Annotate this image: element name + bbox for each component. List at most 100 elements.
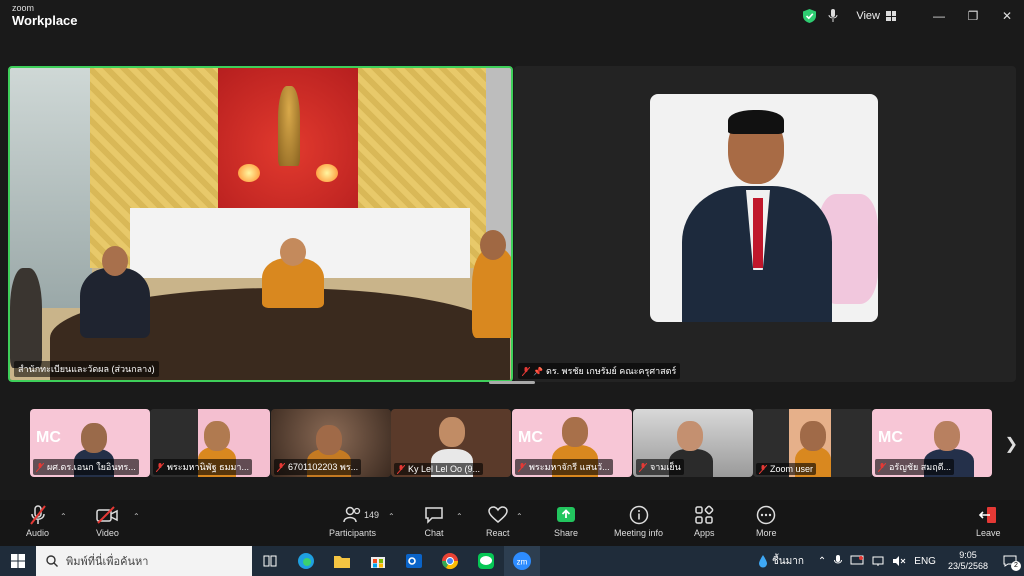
thumbnail-name: พระมหานิพัฐ ธมมา... — [153, 459, 252, 475]
tile-name-portrait: 📌 ดร. พรชัย เกษรัมย์ คณะครุศาสตร์ — [518, 363, 681, 379]
muted-mic-icon — [759, 464, 767, 474]
audio-options-chevron-icon[interactable]: ⌃ — [60, 512, 67, 521]
react-label: React — [486, 528, 510, 538]
speaker-muted-icon[interactable] — [892, 555, 906, 567]
system-tray: ชื้นมาก ⌃ ENG 9:05 23/5/2568 2 — [758, 546, 1024, 576]
screen-share-tray-icon[interactable] — [850, 555, 864, 567]
participant-thumbnail[interactable]: MC พระมหาจักรี แสนวั... — [512, 409, 632, 477]
muted-mic-icon — [518, 462, 526, 472]
muted-mic-icon — [156, 462, 164, 472]
taskbar-search[interactable]: พิมพ์ที่นี่เพื่อค้นหา — [36, 546, 252, 576]
shield-icon[interactable] — [803, 9, 817, 23]
more-label: More — [756, 528, 777, 538]
muted-mic-icon — [29, 505, 46, 525]
video-off-icon — [96, 506, 119, 524]
task-view-icon[interactable] — [252, 546, 288, 576]
share-button[interactable]: Share — [554, 504, 578, 538]
file-explorer-icon[interactable] — [324, 546, 360, 576]
react-options-chevron-icon[interactable]: ⌃ — [516, 512, 523, 521]
leave-label: Leave — [976, 528, 1001, 538]
participant-strip: MC ผศ.ดร.เอนก ใยอินทร... พระมหานิพัฐ ธมม… — [30, 409, 992, 477]
minimize-button[interactable]: — — [922, 0, 956, 32]
search-icon — [46, 555, 58, 567]
meeting-info-button[interactable]: Meeting info — [614, 504, 663, 538]
video-tile-portrait[interactable]: 📌 ดร. พรชัย เกษรัมย์ คณะครุศาสตร์ — [514, 66, 1016, 382]
muted-mic-icon — [878, 462, 886, 472]
room-video — [10, 68, 511, 380]
network-icon[interactable] — [872, 555, 884, 567]
participant-thumbnail[interactable]: จามเย็น — [633, 409, 753, 477]
video-tile-room[interactable]: สำนักทะเบียนและวัดผล (ส่วนกลาง) — [8, 66, 513, 382]
participants-options-chevron-icon[interactable]: ⌃ — [388, 512, 395, 521]
mc-logo-text: MC — [36, 429, 61, 446]
participants-icon — [342, 506, 360, 523]
tile-name-label: ดร. พรชัย เกษรัมย์ คณะครุศาสตร์ — [545, 366, 677, 376]
notification-center-icon[interactable]: 2 — [996, 546, 1024, 576]
edge-browser-icon[interactable] — [288, 546, 324, 576]
view-label: View — [856, 10, 880, 22]
participant-thumbnail[interactable]: พระมหานิพัฐ ธมมา... — [150, 409, 270, 477]
resize-handle[interactable] — [489, 381, 535, 384]
close-button[interactable]: ✕ — [990, 0, 1024, 32]
input-language[interactable]: ENG — [914, 556, 936, 567]
weather-icon[interactable] — [758, 554, 768, 568]
meeting-toolbar: Audio ⌃ Video ⌃ Participants 149 ⌃ Chat … — [0, 500, 1024, 546]
apps-button[interactable]: Apps — [694, 504, 715, 538]
search-placeholder: พิมพ์ที่นี่เพื่อค้นหา — [66, 555, 149, 568]
video-button[interactable]: Video — [96, 504, 119, 538]
show-hidden-icons-chevron-icon[interactable]: ⌃ — [818, 556, 826, 567]
tile-name-room: สำนักทะเบียนและวัดผล (ส่วนกลาง) — [14, 361, 159, 377]
video-options-chevron-icon[interactable]: ⌃ — [133, 512, 140, 521]
muted-mic-icon — [277, 462, 285, 472]
more-button[interactable]: More — [756, 504, 777, 538]
audio-label: Audio — [26, 528, 50, 538]
clock[interactable]: 9:05 23/5/2568 — [948, 550, 988, 572]
share-icon — [557, 507, 576, 522]
windows-start-icon[interactable] — [0, 546, 36, 576]
thumbnail-name: อรัญชัย สมฤดี... — [875, 459, 955, 475]
chrome-icon[interactable] — [432, 546, 468, 576]
leave-icon — [979, 507, 997, 523]
heart-icon — [487, 506, 508, 523]
chat-label: Chat — [424, 528, 444, 538]
store-icon[interactable] — [360, 546, 396, 576]
info-icon — [629, 505, 648, 525]
audio-button[interactable]: Audio — [26, 504, 49, 538]
muted-mic-icon — [639, 462, 647, 472]
line-app-icon[interactable] — [468, 546, 504, 576]
participant-count: 149 — [364, 510, 380, 520]
tile-name-label: สำนักทะเบียนและวัดผล (ส่วนกลาง) — [18, 364, 155, 374]
restore-button[interactable]: ❐ — [956, 0, 990, 32]
brand-large: Workplace — [12, 13, 78, 28]
view-button[interactable]: View — [856, 10, 896, 22]
thumbnail-name: จามเย็น — [636, 459, 684, 475]
pin-icon: 📌 — [533, 366, 543, 376]
grid-icon — [886, 11, 896, 21]
participant-thumbnail[interactable]: Ky Lel Lel Oo (9... — [391, 409, 511, 477]
zoom-logo: zoom Workplace — [12, 4, 78, 28]
weather-text[interactable]: ชื้นมาก — [772, 554, 804, 569]
profile-photo — [650, 94, 878, 322]
clock-date: 23/5/2568 — [947, 561, 988, 571]
chat-icon — [425, 507, 443, 524]
next-page-arrow-icon[interactable]: ❯ — [1005, 434, 1018, 454]
chat-options-chevron-icon[interactable]: ⌃ — [456, 512, 463, 521]
apps-label: Apps — [694, 528, 715, 538]
participant-thumbnail[interactable]: MC อรัญชัย สมฤดี... — [872, 409, 992, 477]
outlook-icon[interactable] — [396, 546, 432, 576]
thumbnail-name: 6701102203 พร... — [274, 459, 362, 475]
participant-thumbnail[interactable]: 6701102203 พร... — [271, 409, 391, 477]
zoom-app-icon[interactable]: zm — [504, 546, 540, 576]
mc-logo-text: MC — [878, 429, 903, 446]
zoom-app-label: zm — [517, 558, 528, 567]
chat-button[interactable]: Chat — [424, 504, 444, 538]
leave-button[interactable]: Leave — [976, 504, 1001, 538]
mic-icon[interactable] — [828, 9, 838, 23]
windows-taskbar: พิมพ์ที่นี่เพื่อค้นหา zm ชื้นมาก ⌃ ENG 9… — [0, 546, 1024, 576]
react-button[interactable]: React — [486, 504, 510, 538]
title-bar: zoom Workplace View — ❐ ✕ — [0, 0, 1024, 32]
thumbnail-name: Zoom user — [756, 463, 817, 475]
microphone-tray-icon[interactable] — [834, 555, 843, 567]
participant-thumbnail[interactable]: Zoom user — [753, 409, 873, 477]
participant-thumbnail[interactable]: MC ผศ.ดร.เอนก ใยอินทร... — [30, 409, 150, 477]
